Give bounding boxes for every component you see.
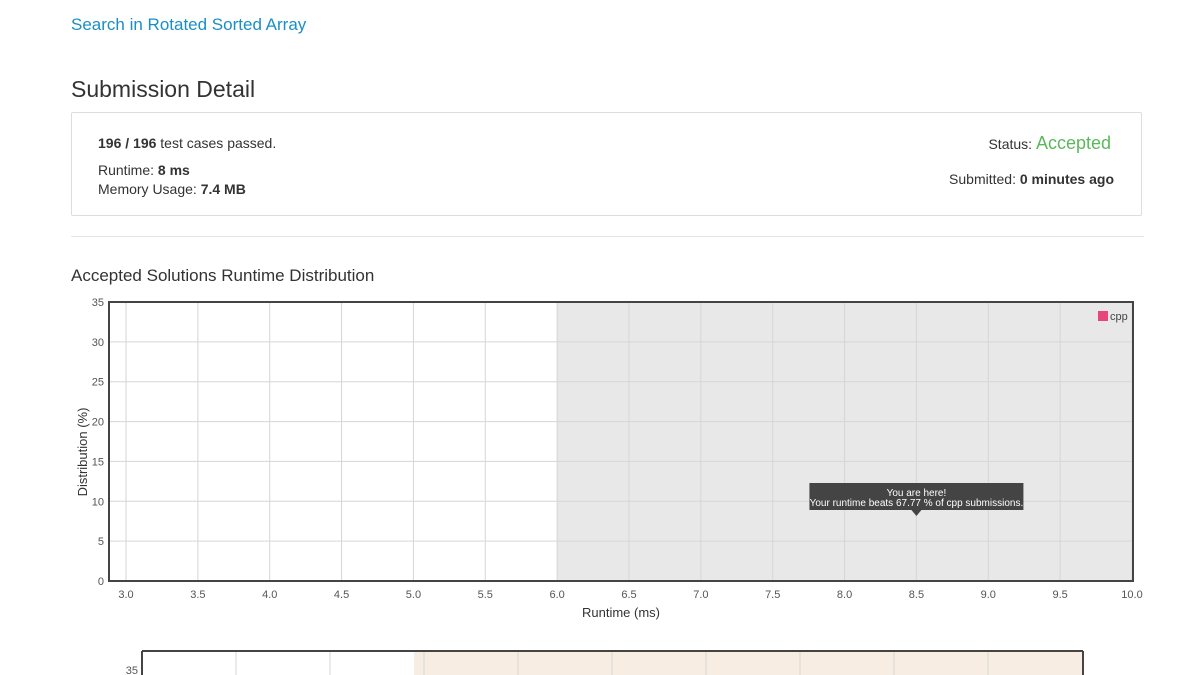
memory-y-tick-label: 35 xyxy=(126,665,138,675)
y-tick-label: 10 xyxy=(92,496,104,508)
y-axis-label: Distribution (%) xyxy=(75,408,90,497)
x-tick-label: 3.5 xyxy=(190,589,205,601)
x-tick-label: 4.5 xyxy=(334,589,349,601)
y-tick-label: 15 xyxy=(92,456,104,468)
x-tick-label: 8.0 xyxy=(837,589,852,601)
x-tick-label: 4.0 xyxy=(262,589,277,601)
x-tick-label: 7.0 xyxy=(693,589,708,601)
y-tick-label: 5 xyxy=(98,536,104,548)
x-tick-label: 9.0 xyxy=(981,589,996,601)
memory-highlight-band xyxy=(414,651,1083,675)
tooltip-line-2: Your runtime beats 67.77 % of cpp submis… xyxy=(810,498,1024,509)
y-tick-label: 0 xyxy=(98,576,104,588)
x-tick-label: 3.0 xyxy=(118,589,133,601)
y-tick-label: 30 xyxy=(92,337,104,349)
y-tick-label: 35 xyxy=(92,297,104,309)
x-tick-label: 5.5 xyxy=(478,589,493,601)
x-tick-label: 10.0 xyxy=(1121,589,1142,601)
legend-swatch-cpp xyxy=(1098,311,1108,321)
x-tick-label: 9.5 xyxy=(1052,589,1067,601)
x-tick-label: 6.0 xyxy=(549,589,564,601)
x-axis-label: Runtime (ms) xyxy=(582,605,660,620)
y-tick-label: 25 xyxy=(92,377,104,389)
legend-label-cpp: cpp xyxy=(1110,311,1128,323)
x-tick-label: 8.5 xyxy=(909,589,924,601)
y-tick-label: 20 xyxy=(92,417,104,429)
x-tick-label: 6.5 xyxy=(621,589,636,601)
x-tick-label: 5.0 xyxy=(406,589,421,601)
x-tick-label: 7.5 xyxy=(765,589,780,601)
runtime-distribution-chart[interactable]: 0 5 10 15 20 25 30 35 3.0 3.5 4.0 4.5 5.0 5.5 6.0 6.5 7.… xyxy=(0,0,1200,675)
